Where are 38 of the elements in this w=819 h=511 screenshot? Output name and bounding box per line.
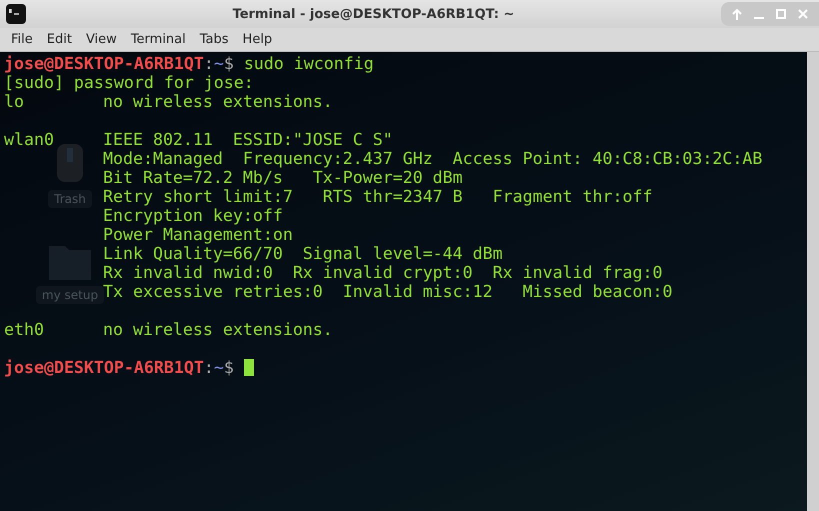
output-line: Link Quality=66/70 Signal level=-44 dBm	[103, 244, 503, 263]
terminal-icon	[6, 4, 26, 24]
interface-name: lo	[4, 92, 25, 111]
output-line: Tx excessive retries:0 Invalid misc:12 Missed beacon:0	[103, 282, 672, 301]
command-text: sudo iwconfig	[244, 54, 374, 73]
maximize-icon	[776, 9, 786, 19]
output-line: no wireless extensions.	[103, 320, 333, 339]
trash-can-icon	[55, 142, 85, 184]
prompt-user-host: jose@DESKTOP-A6RB1QT	[4, 54, 204, 73]
menu-item[interactable]: Tabs	[192, 30, 236, 49]
output-line: Encryption key:off	[103, 206, 283, 225]
menu-item[interactable]: Terminal	[124, 30, 193, 49]
interface-name: wlan0	[4, 130, 55, 149]
menu-item[interactable]: Help	[236, 30, 280, 49]
menu-item[interactable]: Edit	[40, 30, 79, 49]
menu-item[interactable]: View	[78, 30, 124, 49]
output-line: [sudo] password for jose:	[4, 73, 254, 92]
prompt-symbol: $	[224, 358, 234, 377]
up-arrow-icon	[732, 8, 742, 20]
output-line: Retry short limit:7 RTS thr=2347 B Fragment thr:off	[103, 187, 652, 206]
scrollbar[interactable]	[807, 52, 819, 511]
menu-item[interactable]: File	[4, 30, 40, 49]
window-title: Terminal - jose@DESKTOP-A6RB1QT: ~	[232, 6, 516, 22]
prompt-path: ~	[214, 54, 224, 73]
prompt-separator: :	[204, 54, 214, 73]
output-line: IEEE 802.11 ESSID:"JOSE C S"	[103, 130, 393, 149]
output-line: Mode:Managed Frequency:2.437 GHz Access Point: 40:C8:CB:03:2C:AB	[103, 149, 762, 168]
close-icon	[798, 9, 808, 19]
output-line: Bit Rate=72.2 Mb/s Tx-Power=20 dBm	[103, 168, 463, 187]
prompt-symbol: $	[224, 54, 234, 73]
minimize-icon	[754, 17, 764, 19]
prompt-user-host: jose@DESKTOP-A6RB1QT	[4, 358, 204, 377]
prompt-path: ~	[214, 358, 224, 377]
output-line: Rx invalid nwid:0 Rx invalid crypt:0 Rx invalid frag:0	[103, 263, 662, 282]
output-line: no wireless extensions.	[103, 92, 333, 111]
prompt-separator: :	[204, 358, 214, 377]
interface-name: eth0	[4, 320, 45, 339]
output-line: Power Management:on	[103, 225, 293, 244]
